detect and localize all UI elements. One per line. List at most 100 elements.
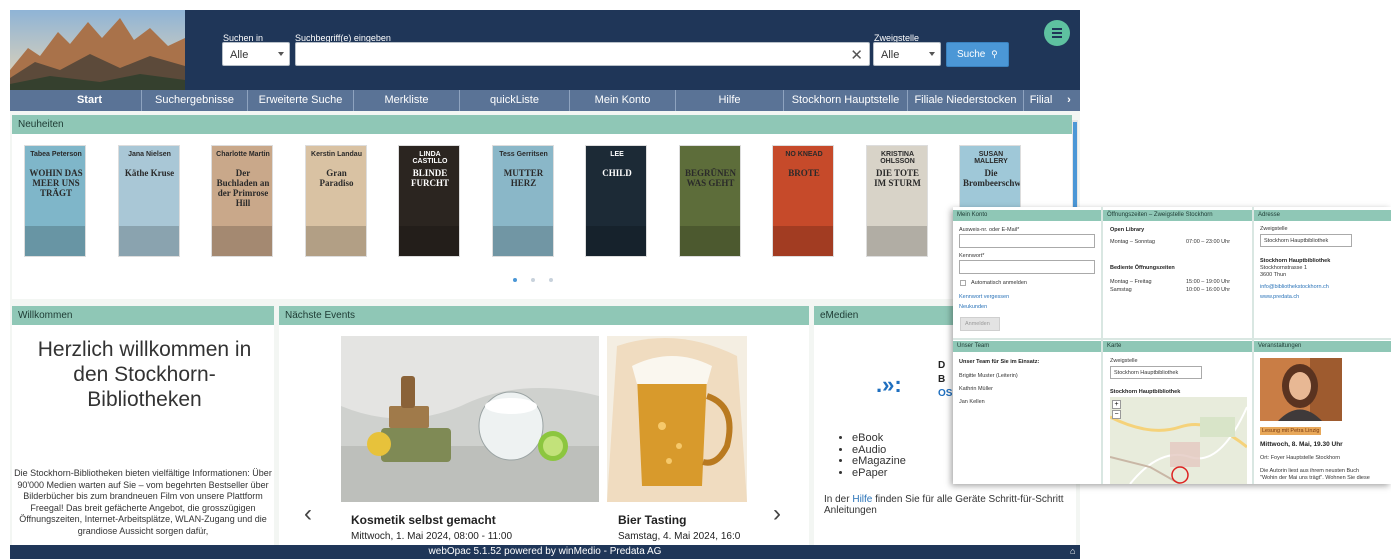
tab-hilfe[interactable]: Hilfe <box>676 90 784 111</box>
adresse-branch-select[interactable]: Stockhorn Hauptbibliothek <box>1260 234 1352 247</box>
neuheiten-header: Neuheiten <box>12 115 1072 134</box>
carousel-dot-active[interactable] <box>513 278 517 282</box>
search-button[interactable]: Suche ⚲ <box>946 42 1009 67</box>
mountain-banner-image[interactable] <box>10 10 185 90</box>
tab-quickliste[interactable]: quickListe <box>460 90 570 111</box>
event-image-bier[interactable] <box>607 336 747 502</box>
nav-next-arrow-icon[interactable]: › <box>1058 90 1080 111</box>
search-input[interactable]: ✕ <box>295 42 870 66</box>
event-date-kosmetik: Mittwoch, 1. Mai 2024, 08:00 - 11:00 <box>351 531 513 542</box>
adresse-branch-label: Zweigstelle <box>1260 226 1288 232</box>
branch-select[interactable]: Alle <box>873 42 941 66</box>
open-time: 07:00 – 23:00 Uhr <box>1186 239 1231 245</box>
book-cover[interactable]: LINDA CASTILLO BLINDE FURCHT <box>398 145 460 257</box>
events-next-chevron-icon[interactable]: › <box>773 500 781 528</box>
staffed-time-2: 10:00 – 16:00 Uhr <box>1186 287 1231 293</box>
book-title: Käthe Kruse <box>124 168 175 178</box>
menu-button[interactable] <box>1044 20 1070 46</box>
welcome-heading: Herzlich willkommen in den Stockhorn-Bib… <box>37 338 252 411</box>
header: Suchen in Alle Suchbegriff(e) eingeben ✕… <box>10 10 1080 90</box>
search-in-select[interactable]: Alle <box>222 42 290 66</box>
footer: webOpac 5.1.52 powered by winMedio - Pre… <box>10 545 1080 559</box>
adresse-city: 3600 Thun <box>1260 272 1287 278</box>
auto-login-label: Automatisch anmelden <box>971 280 1027 286</box>
dibios-dots-icon: .»: <box>876 372 902 397</box>
karte-branch-select[interactable]: Stockhorn Hauptbibliothek <box>1110 366 1202 379</box>
book-title: WOHIN DAS MEER UNS TRÄGT <box>29 168 83 198</box>
book-cover[interactable]: Jana Nielsen Käthe Kruse <box>117 145 180 257</box>
event-title-link[interactable]: Lesung mit Petra Linzig <box>1260 427 1322 435</box>
register-link[interactable]: Neukunden <box>959 304 987 310</box>
hamburger-icon <box>1052 28 1062 30</box>
clear-icon[interactable]: ✕ <box>850 46 863 64</box>
events-header: Nächste Events <box>279 306 809 325</box>
book-author: Jana Nielsen <box>128 151 171 158</box>
event-photo-reading[interactable] <box>1260 358 1342 421</box>
password-label: Kennwort* <box>959 253 985 259</box>
chevron-down-icon <box>929 52 935 56</box>
adresse-header: Adresse <box>1254 210 1391 221</box>
tab-suchergebnisse[interactable]: Suchergebnisse <box>142 90 248 111</box>
event-place: Ort: Foyer Hauptstelle Stockhorn <box>1260 455 1341 461</box>
search-in-value: Alle <box>230 49 249 61</box>
staffed-time-1: 15:00 – 19:00 Uhr <box>1186 279 1231 285</box>
book-cover[interactable]: NO KNEAD BROTE <box>772 145 834 257</box>
events-prev-chevron-icon[interactable]: ‹ <box>304 500 312 528</box>
tab-mein-konto[interactable]: Mein Konto <box>570 90 676 111</box>
map-view[interactable]: + − <box>1110 397 1247 484</box>
screenshot-stage: Suchen in Alle Suchbegriff(e) eingeben ✕… <box>0 0 1391 559</box>
tab-stockhorn-hauptstelle[interactable]: Stockhorn Hauptstelle <box>784 90 908 111</box>
book-cover[interactable]: BEGRÜNEN WAS GEHT <box>678 145 741 257</box>
tab-erweiterte-suche[interactable]: Erweiterte Suche <box>248 90 354 111</box>
event-date-bier: Samstag, 4. Mai 2024, 16:0 <box>618 531 741 542</box>
adresse-street: Stockhornstrasse 1 <box>1260 265 1308 271</box>
karte-branch-label: Zweigstelle <box>1110 358 1138 364</box>
auto-login-checkbox[interactable] <box>960 280 966 286</box>
book-cover[interactable]: Kerstin Landau Gran Paradiso <box>304 145 367 257</box>
dibios-letter: D <box>938 360 946 371</box>
list-item: ePaper <box>852 467 906 480</box>
dibios-logo[interactable]: .»: D B OS <box>876 360 956 410</box>
map-title: Stockhorn Hauptbibliothek <box>1110 389 1181 395</box>
book-author: NO KNEAD <box>785 151 823 158</box>
event-text: "Wohin der Mai uns trägt". Wohnen Sie di… <box>1260 475 1370 481</box>
book-cover[interactable]: Tess Gerritsen MUTTER HERZ <box>491 145 554 257</box>
book-cover[interactable]: Tabea Peterson WOHIN DAS MEER UNS TRÄGT <box>24 145 86 257</box>
list-item: eBook <box>852 432 906 445</box>
book-cover[interactable]: LEE CHILD <box>585 145 647 257</box>
event-text: Die Autorin liest aus ihrem neusten Buch <box>1260 468 1360 474</box>
carousel-dot[interactable] <box>531 278 535 282</box>
book-author: SUSAN MALLERY <box>974 151 1008 165</box>
event-title-kosmetik[interactable]: Kosmetik selbst gemacht <box>351 513 496 527</box>
book-title: BLINDE FURCHT <box>411 168 449 188</box>
adresse-email-link[interactable]: info@bibliothekstockhorn.ch <box>1260 284 1329 290</box>
book-title: BROTE <box>788 168 820 178</box>
veranstaltungen-header: Veranstaltungen <box>1254 341 1391 352</box>
dibios-letter: B <box>938 374 946 385</box>
book-cover[interactable]: Charlotte Martin Der Buchladen an der Pri… <box>211 145 273 257</box>
login-button[interactable]: Anmelden <box>960 317 1000 331</box>
scroll-top-icon[interactable]: ⌂ <box>1070 546 1075 556</box>
book-author: LINDA CASTILLO <box>412 151 448 165</box>
tab-filial[interactable]: Filial <box>1024 90 1058 111</box>
event-image-kosmetik[interactable] <box>341 336 599 502</box>
event-date: Mittwoch, 8. Mai, 19.30 Uhr <box>1260 441 1343 448</box>
book-cover[interactable]: KRISTINA OHLSSON DIE TOTE IM STURM <box>865 145 928 257</box>
tab-merkliste[interactable]: Merkliste <box>354 90 460 111</box>
search-button-label: Suche <box>957 49 986 60</box>
event-title-bier[interactable]: Bier Tasting <box>618 513 686 527</box>
book-author: Kerstin Landau <box>311 151 362 158</box>
help-link[interactable]: Hilfe <box>852 494 872 505</box>
emedien-hint: In der Hilfe finden Sie für alle Geräte … <box>824 494 1074 516</box>
zoom-out-button[interactable]: − <box>1112 410 1121 419</box>
forgot-password-link[interactable]: Kennwort vergessen <box>959 294 1009 300</box>
zoom-in-button[interactable]: + <box>1112 400 1121 409</box>
tab-start[interactable]: Start <box>38 90 142 111</box>
carousel-dot[interactable] <box>549 278 553 282</box>
password-field[interactable] <box>959 260 1095 274</box>
book-author: Charlotte Martin <box>216 151 270 158</box>
tab-filiale-niederstocken[interactable]: Filiale Niederstocken <box>908 90 1024 111</box>
adresse-web-link[interactable]: www.predata.ch <box>1260 294 1299 300</box>
user-field[interactable] <box>959 234 1095 248</box>
hamburger-icon-line <box>1052 32 1062 34</box>
